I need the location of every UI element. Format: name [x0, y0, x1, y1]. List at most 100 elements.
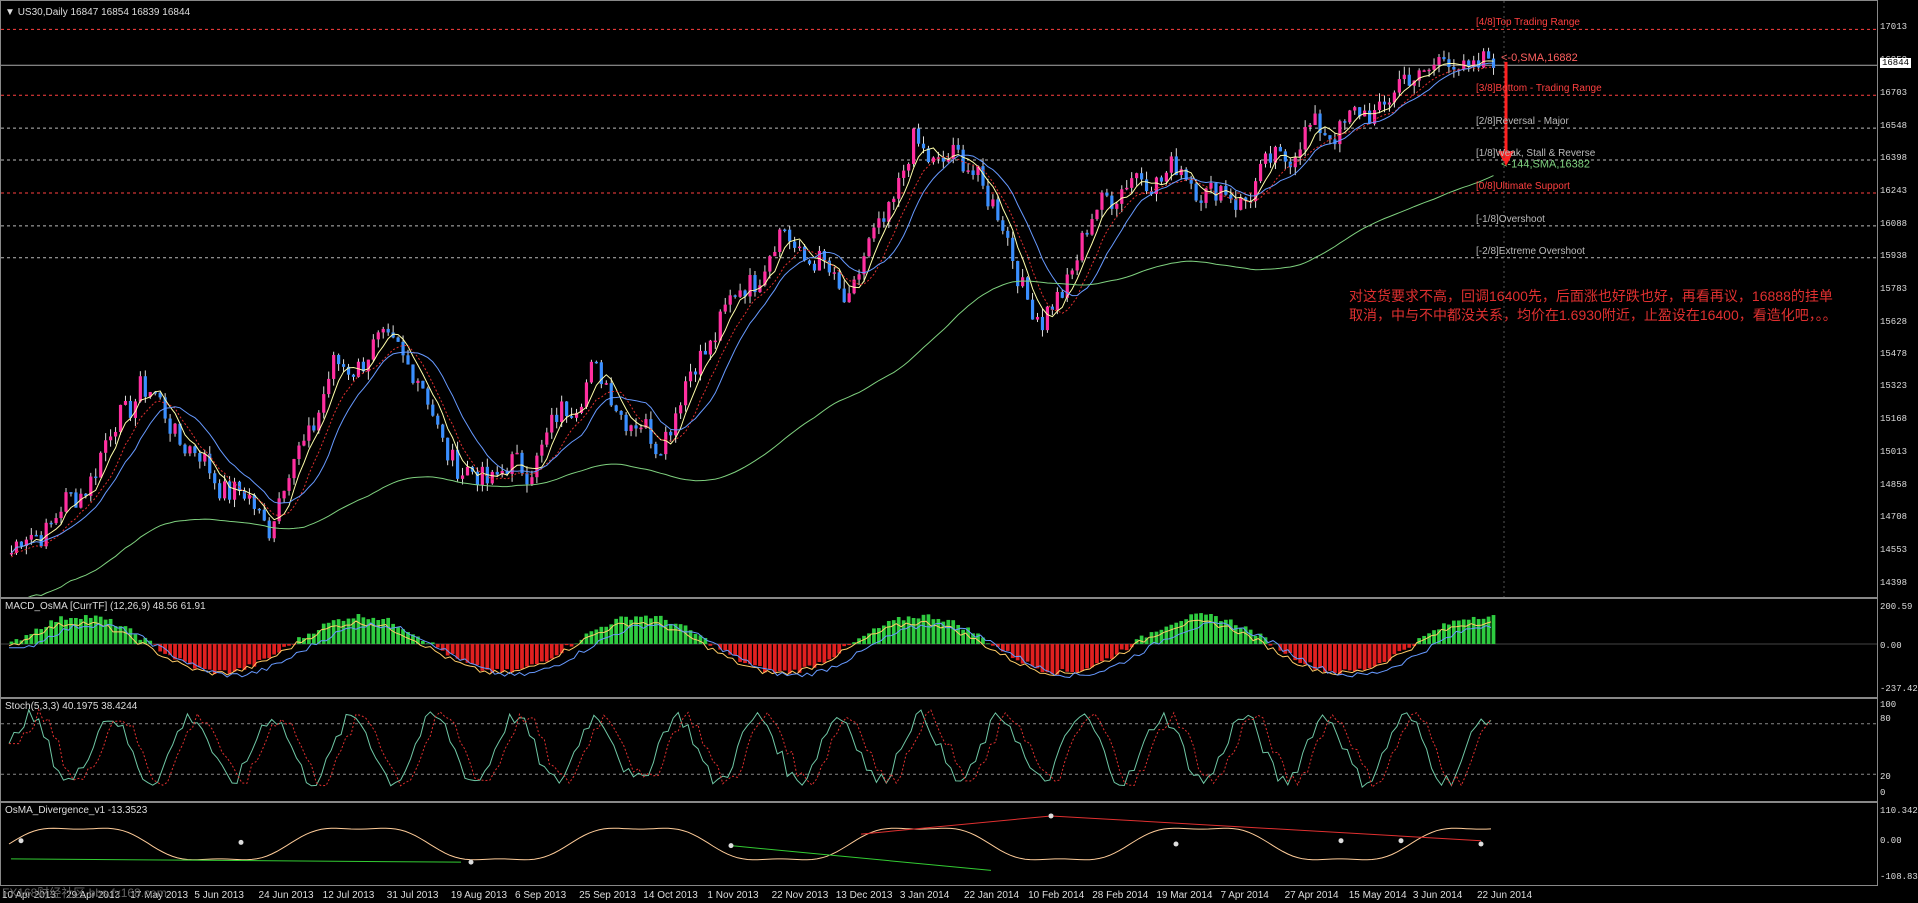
macd-bar: [1169, 624, 1174, 644]
macd-bar: [391, 623, 395, 644]
candle: [619, 410, 623, 415]
macd-bar: [931, 619, 936, 644]
sma-label: <-144,SMA,16382: [1501, 158, 1590, 170]
date-tick: 22 Jan 2014: [963, 890, 1020, 901]
macd-bar: [118, 626, 123, 644]
candle: [1234, 198, 1238, 210]
candle: [654, 443, 658, 455]
candle: [555, 414, 559, 422]
price-tick: 16088: [1880, 218, 1908, 229]
candle: [1060, 291, 1064, 298]
candle: [94, 476, 98, 479]
candle: [768, 256, 772, 272]
macd-bar: [1050, 644, 1055, 675]
candle: [446, 437, 450, 461]
macd-bar: [202, 644, 207, 670]
macd-bar: [842, 644, 847, 647]
macd-bar: [1124, 644, 1129, 651]
macd-bar: [331, 620, 336, 644]
osma-axis-top: 110.3422: [1880, 806, 1918, 816]
candle: [807, 260, 812, 264]
macd-bar: [1392, 644, 1397, 655]
candle: [857, 274, 861, 280]
macd-bar: [792, 644, 797, 670]
macd-pane[interactable]: MACD_OsMA [CurrTF] (12,26,9) 48.56 61.91: [0, 598, 1878, 698]
date-tick: 27 Apr 2014: [1284, 890, 1339, 901]
macd-bar: [1238, 628, 1243, 644]
divergence-point: [18, 838, 24, 844]
murrey-label: [2/8]Reversal - Major: [1476, 116, 1569, 128]
macd-axis-zero: 0.00: [1880, 641, 1902, 651]
price-pane[interactable]: <-0,SMA,16882 <-144,SMA,16382 ▼ US30,Dail…: [0, 0, 1878, 598]
candle: [1278, 146, 1282, 152]
macd-bar: [1491, 615, 1496, 644]
macd-bar: [1035, 644, 1040, 669]
candle: [778, 229, 782, 252]
macd-bar: [554, 644, 559, 656]
macd-bar: [906, 616, 911, 644]
price-tick: 15013: [1880, 447, 1908, 458]
candle: [877, 218, 881, 228]
candle: [272, 521, 276, 539]
candle: [218, 483, 222, 499]
macd-bar: [1109, 644, 1114, 659]
macd-bar: [396, 627, 400, 644]
macd-bar: [326, 622, 331, 644]
candle: [1442, 57, 1446, 60]
macd-bar: [723, 644, 728, 651]
candle: [396, 337, 400, 342]
candle: [465, 466, 470, 476]
candle: [198, 453, 202, 462]
candle: [9, 552, 14, 555]
candle: [351, 374, 356, 377]
divergence-point: [1478, 841, 1484, 847]
macd-bar: [460, 644, 465, 661]
candle: [718, 311, 722, 341]
candle: [584, 382, 589, 407]
macd-bar: [371, 617, 376, 644]
stoch-pane[interactable]: Stoch(5,3,3) 40.1975 38.4244: [0, 698, 1878, 802]
candle: [1030, 299, 1035, 320]
osma-divergence-pane[interactable]: OsMA_Divergence_v1 -13.3523: [0, 802, 1878, 886]
candle: [193, 446, 197, 454]
macd-bar: [69, 618, 73, 644]
macd-bar: [267, 644, 272, 659]
macd-bar: [1174, 622, 1179, 644]
candle: [569, 416, 574, 418]
price-tick: 14858: [1880, 480, 1908, 491]
date-tick: 3 Jan 2014: [899, 890, 950, 901]
candle: [1085, 232, 1089, 235]
candle: [837, 272, 841, 289]
macd-bar: [1352, 644, 1357, 672]
macd-bar: [1005, 644, 1010, 651]
macd-bar: [217, 644, 222, 671]
date-tick: 14 Oct 2013: [643, 890, 698, 901]
candle: [683, 381, 688, 406]
candle: [1194, 183, 1198, 201]
candle: [421, 380, 425, 389]
collapse-triangle-icon[interactable]: ▼: [5, 7, 15, 18]
macd-bar: [475, 644, 480, 666]
candle: [956, 144, 960, 150]
macd-bar: [539, 644, 544, 662]
candle: [679, 405, 683, 414]
candle: [307, 425, 311, 441]
date-tick: 13 Dec 2013: [835, 890, 893, 901]
price-tick: 15323: [1880, 381, 1908, 392]
macd-bar: [515, 644, 519, 670]
candle: [1001, 220, 1005, 231]
macd-bar: [1486, 616, 1491, 644]
macd-bar: [1204, 614, 1208, 644]
macd-bar: [951, 620, 956, 644]
macd-bar: [1164, 626, 1169, 644]
candle: [708, 340, 712, 355]
macd-bar: [450, 644, 455, 654]
candle: [1422, 70, 1426, 72]
macd-bar: [926, 614, 931, 644]
candle: [733, 295, 737, 297]
date-tick: 31 Jul 2013: [386, 890, 439, 901]
candle: [1308, 124, 1312, 128]
macd-bar: [282, 644, 286, 647]
macd-bar: [83, 615, 88, 644]
candle: [688, 371, 693, 382]
